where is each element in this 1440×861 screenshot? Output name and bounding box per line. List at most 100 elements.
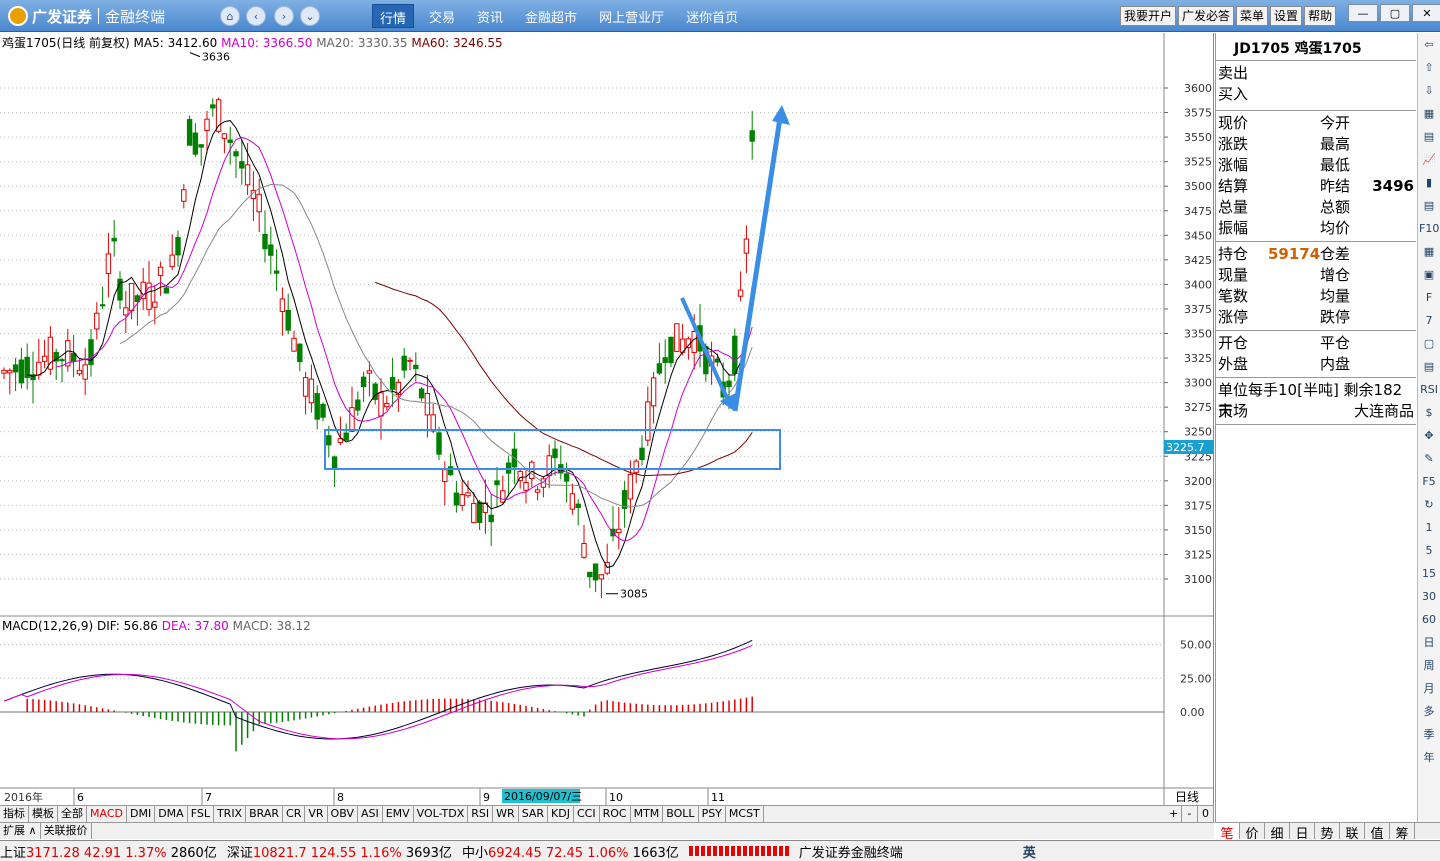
- zoom-control[interactable]: +: [1166, 806, 1182, 822]
- indicator-tab[interactable]: FSL: [188, 806, 214, 822]
- menu-trade[interactable]: 交易: [422, 4, 462, 28]
- toolbar-icon[interactable]: 30: [1419, 587, 1439, 607]
- sme-index[interactable]: 中小6924.45 72.45 1.06% 1663亿: [462, 842, 679, 861]
- open-account-button[interactable]: 我要开户: [1120, 6, 1177, 26]
- quote-field-label: 今开: [1320, 114, 1351, 132]
- indicator-tab[interactable]: ASI: [358, 806, 383, 822]
- toolbar-icon[interactable]: ▤: [1419, 127, 1439, 147]
- indicator-tab[interactable]: DMA: [155, 806, 188, 822]
- menu-news[interactable]: 资讯: [470, 4, 510, 28]
- toolbar-icon[interactable]: 年: [1419, 748, 1439, 768]
- indicator-tab[interactable]: SAR: [519, 806, 549, 822]
- toolbar-icon[interactable]: 60: [1419, 610, 1439, 630]
- related-quotes-tab[interactable]: 关联报价: [41, 823, 92, 839]
- detail-tab[interactable]: 笔: [1215, 823, 1240, 842]
- toolbar-icon[interactable]: ▣: [1419, 265, 1439, 285]
- back-icon[interactable]: ‹: [246, 6, 266, 26]
- toolbar-icon[interactable]: RSI: [1419, 380, 1439, 400]
- minimize-icon[interactable]: —: [1348, 4, 1378, 22]
- indicator-tab[interactable]: CCI: [574, 806, 600, 822]
- forward-icon[interactable]: ›: [274, 6, 294, 26]
- indicator-tab[interactable]: BRAR: [246, 806, 284, 822]
- detail-tab[interactable]: 筹: [1390, 823, 1415, 842]
- ticker-bar: [688, 846, 789, 856]
- zoom-control[interactable]: -: [1182, 806, 1198, 822]
- toolbar-icon[interactable]: 周: [1419, 656, 1439, 676]
- detail-tab[interactable]: 价: [1240, 823, 1265, 842]
- toolbar-icon[interactable]: F: [1419, 288, 1439, 308]
- indicator-tab[interactable]: VOL-TDX: [414, 806, 469, 822]
- indicator-tab[interactable]: EMV: [383, 806, 414, 822]
- toolbar-icon[interactable]: ▦: [1419, 104, 1439, 124]
- faq-button[interactable]: 广发必答: [1178, 6, 1235, 26]
- expand-tab[interactable]: 扩展 ∧: [0, 823, 41, 839]
- toolbar-icon[interactable]: 多: [1419, 702, 1439, 722]
- toolbar-icon[interactable]: 日: [1419, 633, 1439, 653]
- ime-indicator[interactable]: 英: [1023, 842, 1036, 861]
- menu-market[interactable]: 金融超市: [518, 4, 584, 28]
- toolbar-icon[interactable]: ▦: [1419, 242, 1439, 262]
- toolbar-icon[interactable]: $: [1419, 403, 1439, 423]
- kline-chart[interactable]: 3600 3575 3550 3525 3500 3475 3450 3425 3400 3375…: [0, 33, 1214, 805]
- moving-average-line: [27, 120, 753, 569]
- home-icon[interactable]: ⌂: [220, 6, 240, 26]
- indicator-tab[interactable]: WR: [493, 806, 519, 822]
- toolbar-icon[interactable]: ▤: [1419, 196, 1439, 216]
- toolbar-icon[interactable]: F10: [1419, 219, 1439, 239]
- menu-button[interactable]: 菜单: [1236, 6, 1269, 26]
- indicator-tab[interactable]: OBV: [328, 806, 358, 822]
- toolbar-icon[interactable]: 月: [1419, 679, 1439, 699]
- toolbar-icon[interactable]: ▤: [1419, 357, 1439, 377]
- settings-button[interactable]: 设置: [1270, 6, 1303, 26]
- menu-quotes[interactable]: 行情: [372, 4, 415, 28]
- toolbar-icon[interactable]: ✎: [1419, 449, 1439, 469]
- indicator-tab[interactable]: 全部: [58, 806, 87, 822]
- menu-online-hall[interactable]: 网上营业厅: [592, 4, 671, 28]
- toolbar-icon[interactable]: 📈: [1419, 150, 1439, 170]
- toolbar-icon[interactable]: ⇦: [1419, 35, 1439, 55]
- toolbar-icon[interactable]: ⇧: [1419, 58, 1439, 78]
- indicator-tab[interactable]: ROC: [600, 806, 631, 822]
- indicator-tab[interactable]: 指标: [0, 806, 29, 822]
- sz-index[interactable]: 深证10821.7 124.55 1.16% 3693亿: [227, 842, 452, 861]
- toolbar-icon[interactable]: ▮: [1419, 173, 1439, 193]
- toolbar-icon[interactable]: 1: [1419, 518, 1439, 538]
- price-tick-label: 3575: [1184, 107, 1212, 120]
- menu-mini-home[interactable]: 迷你首页: [679, 4, 745, 28]
- indicator-tab[interactable]: CR: [283, 806, 306, 822]
- indicator-tab[interactable]: VR: [305, 806, 328, 822]
- indicator-tab[interactable]: DMI: [127, 806, 156, 822]
- toolbar-icon[interactable]: 季: [1419, 725, 1439, 745]
- toolbar-icon[interactable]: 7: [1419, 311, 1439, 331]
- indicator-tab[interactable]: 模板: [29, 806, 58, 822]
- detail-tab[interactable]: 势: [1315, 823, 1340, 842]
- indicator-tab[interactable]: MTM: [631, 806, 664, 822]
- indicator-tab[interactable]: MACD: [87, 806, 127, 822]
- toolbar-icon[interactable]: 5: [1419, 541, 1439, 561]
- toolbar-icon[interactable]: ↻: [1419, 495, 1439, 515]
- detail-tab[interactable]: 联: [1340, 823, 1365, 842]
- toolbar-icon[interactable]: ▢: [1419, 334, 1439, 354]
- market-label: 市场: [1218, 402, 1249, 420]
- indicator-tab[interactable]: RSI: [468, 806, 494, 822]
- detail-tab[interactable]: 值: [1365, 823, 1390, 842]
- kline-svg[interactable]: 3600 3575 3550 3525 3500 3475 3450 3425 3400 3375…: [0, 33, 1214, 805]
- dropdown-icon[interactable]: ⌄: [300, 6, 320, 26]
- indicator-tab[interactable]: PSY: [699, 806, 726, 822]
- toolbar-icon[interactable]: ⇩: [1419, 81, 1439, 101]
- detail-tab[interactable]: 细: [1265, 823, 1290, 842]
- toolbar-icon[interactable]: ✥: [1419, 426, 1439, 446]
- indicator-tab[interactable]: TRIX: [214, 806, 247, 822]
- indicator-tab[interactable]: KDJ: [548, 806, 574, 822]
- detail-tab[interactable]: 日: [1290, 823, 1315, 842]
- toolbar-icon[interactable]: 15: [1419, 564, 1439, 584]
- sh-index[interactable]: 上证3171.28 42.91 1.37% 2860亿: [0, 842, 217, 861]
- help-button[interactable]: 帮助: [1304, 6, 1337, 26]
- candle-body: [256, 193, 262, 213]
- close-icon[interactable]: ✕: [1412, 4, 1440, 22]
- zoom-control[interactable]: 0: [1198, 806, 1214, 822]
- indicator-tab[interactable]: MCST: [726, 806, 764, 822]
- maximize-icon[interactable]: ▢: [1380, 4, 1410, 22]
- toolbar-icon[interactable]: F5: [1419, 472, 1439, 492]
- indicator-tab[interactable]: BOLL: [663, 806, 699, 822]
